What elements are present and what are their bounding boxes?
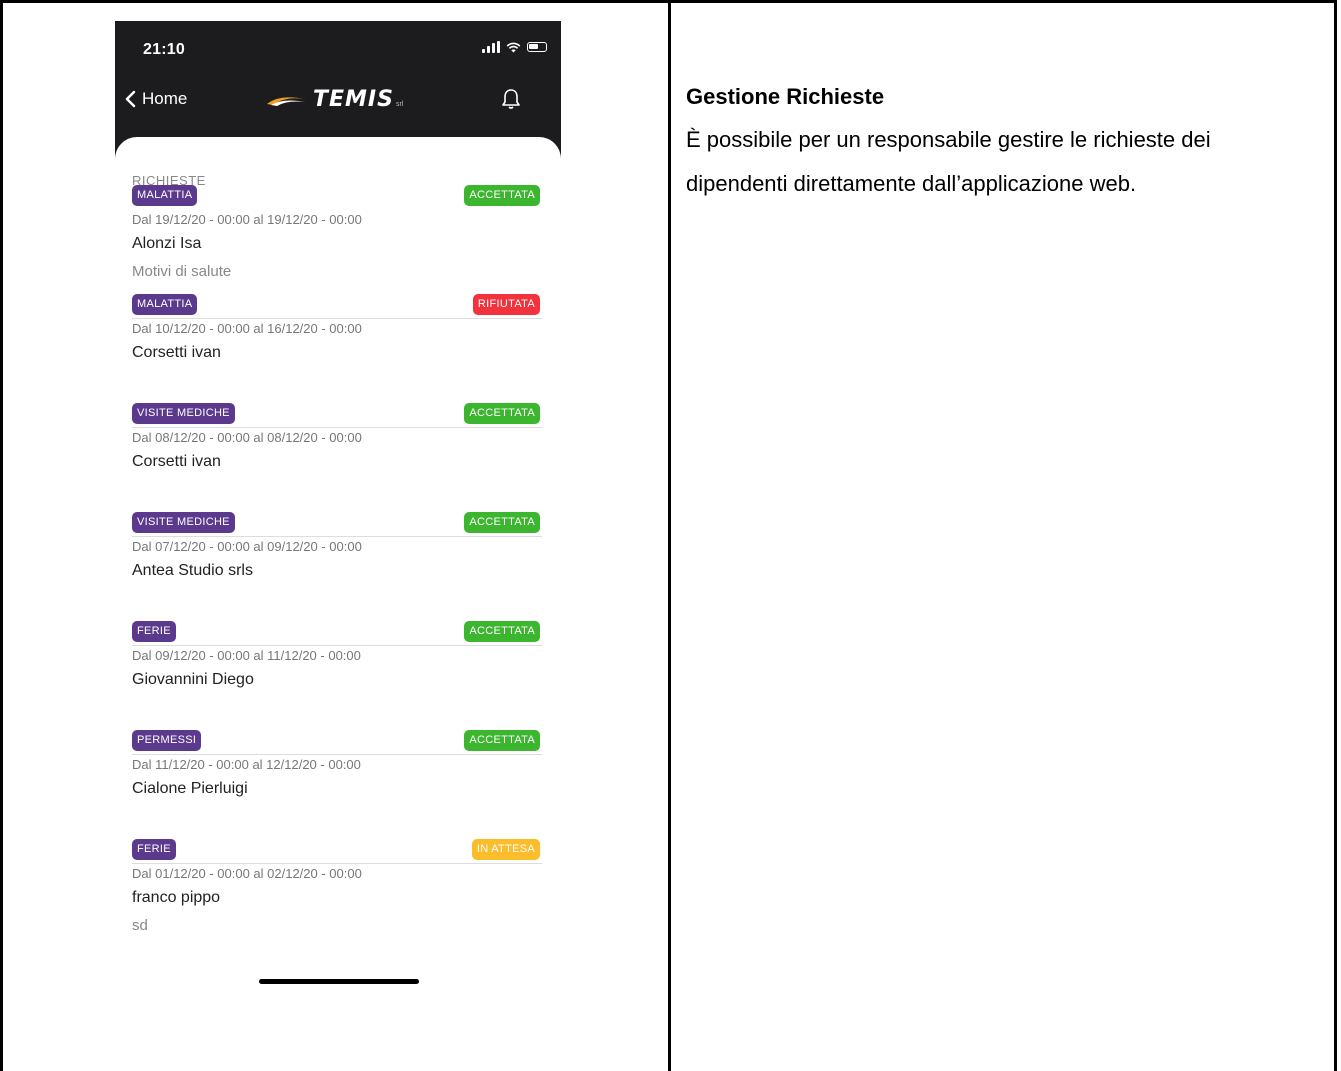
phone-screenshot: 21:10 Home TEMIS srl RICHIESTE MALATTIA … xyxy=(115,21,561,1021)
type-badge: FERIE xyxy=(132,839,176,860)
temis-logo: TEMIS srl xyxy=(265,87,403,112)
notifications-button[interactable] xyxy=(501,88,521,115)
request-dates: Dal 09/12/20 - 00:00 al 11/12/20 - 00:00 xyxy=(132,648,361,663)
back-label: Home xyxy=(142,89,188,108)
wifi-icon xyxy=(506,42,521,53)
back-button[interactable]: Home xyxy=(125,89,187,109)
status-badge: ACCETTATA xyxy=(464,730,540,751)
type-badge: FERIE xyxy=(132,621,176,642)
status-badge: ACCETTATA xyxy=(464,512,540,533)
list-item[interactable]: FERIE IN ATTESA Dal 01/12/20 - 00:00 al 02… xyxy=(132,775,542,934)
request-dates: Dal 08/12/20 - 00:00 al 08/12/20 - 00:00 xyxy=(132,430,362,445)
request-dates: Dal 19/12/20 - 00:00 al 19/12/20 - 00:00 xyxy=(132,212,362,227)
logo-suffix: srl xyxy=(395,101,404,108)
description-panel: Gestione Richieste È possibile per un re… xyxy=(686,80,1316,206)
list-item[interactable]: MALATTIA ACCETTATA Dal 19/12/20 - 00:00 al… xyxy=(132,121,542,319)
employee-name: franco pippo xyxy=(132,889,221,906)
request-dates: Dal 11/12/20 - 00:00 al 12/12/20 - 00:00 xyxy=(132,757,361,772)
type-badge: VISITE MEDICHE xyxy=(132,403,235,424)
chevron-left-icon xyxy=(125,90,136,108)
status-badge: IN ATTESA xyxy=(471,839,540,860)
request-dates: Dal 10/12/20 - 00:00 al 16/12/20 - 00:00 xyxy=(132,321,362,336)
request-reason: sd xyxy=(132,917,148,934)
status-badge: ACCETTATA xyxy=(464,185,540,206)
type-badge: MALATTIA xyxy=(132,185,198,206)
list-item[interactable]: VISITE MEDICHE ACCETTATA Dal 07/12/20 - 00… xyxy=(132,448,542,646)
home-indicator xyxy=(259,979,419,984)
status-badge: RIFIUTATA xyxy=(472,294,540,315)
list-item[interactable]: VISITE MEDICHE ACCETTATA Dal 08/12/20 - 00… xyxy=(132,339,542,537)
description-body: È possibile per un responsabile gestire … xyxy=(686,127,1211,196)
list-item[interactable]: FERIE ACCETTATA Dal 09/12/20 - 00:00 al 11… xyxy=(132,557,542,755)
table-border-middle xyxy=(668,0,671,1071)
status-badge: ACCETTATA xyxy=(464,621,540,642)
logo-text: TEMIS xyxy=(313,87,394,112)
table-border-right xyxy=(1334,0,1337,1071)
list-item[interactable]: MALATTIA RIFIUTATA Dal 10/12/20 - 00:00 al… xyxy=(132,230,542,428)
request-dates: Dal 01/12/20 - 00:00 al 02/12/20 - 00:00 xyxy=(132,866,362,881)
type-badge: VISITE MEDICHE xyxy=(132,512,235,533)
description-title: Gestione Richieste xyxy=(686,84,885,109)
status-badge: ACCETTATA xyxy=(464,403,540,424)
status-time: 21:10 xyxy=(143,41,185,58)
type-badge: PERMESSI xyxy=(132,730,202,751)
status-icons xyxy=(482,41,547,53)
battery-icon xyxy=(527,42,547,52)
signal-icon xyxy=(482,41,500,53)
list-item[interactable]: PERMESSI ACCETTATA Dal 11/12/20 - 00:00 al… xyxy=(132,666,542,864)
request-dates: Dal 07/12/20 - 00:00 al 09/12/20 - 00:00 xyxy=(132,539,362,554)
table-border-left xyxy=(0,0,3,1071)
bell-icon xyxy=(502,89,520,109)
logo-swoosh-icon xyxy=(267,96,305,106)
type-badge: MALATTIA xyxy=(132,294,198,315)
